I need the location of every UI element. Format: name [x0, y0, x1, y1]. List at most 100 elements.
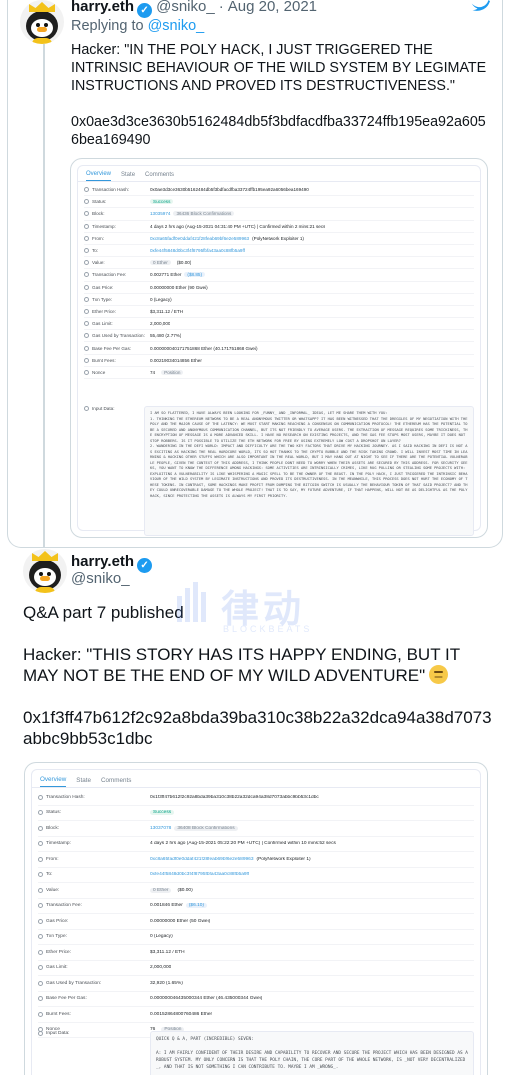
tab-comments: Comments	[100, 777, 132, 784]
help-icon	[84, 369, 89, 375]
tx-row-label: Gas Price:	[84, 284, 150, 290]
tx-row-value: 0xc8a65fadf0e0ddaf421f28feab69bf6e2e5899…	[150, 856, 311, 862]
tx-row-label: Ether Price:	[38, 949, 150, 955]
author-name[interactable]: harry.eth	[71, 0, 134, 15]
help-icon	[38, 810, 43, 816]
etherscan-tabs: Overview State Comments	[32, 770, 480, 788]
tx-row-value: 0.00152864800760486 Ether	[150, 1011, 213, 1017]
author-handle[interactable]: @sniko_	[156, 0, 215, 15]
tx-row-label: Burnt Fees:	[38, 1011, 150, 1017]
tx-row-label: Transaction Fee:	[38, 903, 150, 909]
tab-state: State	[121, 172, 136, 178]
help-icon	[84, 260, 89, 266]
tx-row: Ether Price: $3,311.12 / ETH	[84, 306, 474, 319]
tx-row: Value: 0 Ether ($0.00)	[38, 883, 474, 899]
help-icon	[84, 308, 89, 314]
tx-row-value: 2,000,000	[150, 965, 172, 971]
tx-row-value: Success	[150, 199, 176, 205]
tweet-1-header: harry.eth ✓ @sniko_ · Aug 20, 2021	[71, 0, 491, 18]
tx-row: Value: 0 Ether ($0.00)	[84, 257, 474, 270]
tx-row: Transaction Hash: 0x1f3ff47b612f2c92a8bda…	[38, 790, 474, 806]
tx-row-value: 0.00000000 Ether (90 Gwei)	[150, 284, 208, 290]
tx-row: Block: 13037078 36408 Block Confirmations	[38, 821, 474, 837]
help-icon	[38, 1011, 43, 1017]
tx-row-value: 0.00000000 Ether (50 Gwei)	[150, 918, 211, 924]
etherscan-screenshot-2[interactable]: Overview State Comments Transaction Hash…	[24, 762, 488, 1075]
tx-row-value: 0x1f3ff47b612f2c92a8bda39ba310c38b22a32d…	[150, 794, 319, 800]
tx-row-label: From:	[84, 235, 150, 241]
tx-row-value: 0 (Legacy)	[150, 934, 173, 940]
tx-row: Status: Success	[84, 196, 474, 209]
replying-to-link[interactable]: @sniko_	[148, 18, 205, 34]
blockbeats-watermark: 律动 BLOCKBEATS	[175, 578, 345, 638]
help-icon	[38, 872, 43, 878]
crown-icon	[32, 551, 58, 561]
etherscan-card: Overview State Comments Transaction Hash…	[77, 165, 481, 536]
tx-row: Gas Price: 0.00000000 Ether (90 Gwei)	[84, 282, 474, 294]
tx-row-value: 74 Position	[150, 369, 186, 375]
tx-details: Transaction Hash: 0x0ae3d3ce3630b5162484d…	[78, 182, 480, 379]
tx-row-label: Transaction Hash:	[38, 794, 150, 800]
tx-row-value: 0.00219034014856 Ether	[150, 357, 202, 363]
tx-row-extra: Position	[161, 369, 184, 375]
tx-row-value: 0.000000046435000344 Ether (46.435000344…	[150, 996, 263, 1002]
tweet-date[interactable]: Aug 20, 2021	[228, 0, 317, 15]
tx-row-value: 0.000000040171751868 Ether (40.171751868…	[150, 345, 258, 351]
tx-row-label: Gas Used by Transaction:	[38, 980, 150, 986]
tx-row-value: 0x0ae3d3ce3630b5162484db5f3bdfacdfba3372…	[150, 187, 309, 193]
tx-row-label: Block:	[84, 211, 150, 217]
help-icon	[84, 333, 89, 339]
avatar[interactable]	[20, 0, 64, 44]
separator-dot: ·	[218, 0, 224, 15]
tx-row-value: 0 Ether ($0.00)	[150, 887, 193, 893]
tx-row: To: 0xfe44f5848d0bc3f4f8795fbfa43aa0c88fb…	[38, 868, 474, 883]
tx-row-value: $3,311.12 / ETH	[150, 308, 184, 314]
tweet-2-hash: 0x1f3ff47b612f2c92a8bda39ba310c38b22a32d…	[23, 707, 492, 749]
tx-row: Timestamp: 4 days 2 hrs ago (Aug-15-2021 …	[38, 837, 474, 852]
tx-row-value: 4 days 2 hrs ago (Aug-15-2021 05:22:20 P…	[150, 841, 336, 847]
tx-row-label: Block:	[38, 825, 150, 831]
tweet-1-quote: Hacker: "IN THE POLY HACK, I JUST TRIGGE…	[71, 42, 487, 94]
help-icon	[84, 406, 89, 411]
help-icon	[84, 357, 89, 363]
help-icon	[84, 296, 89, 302]
tx-row-label: Nonce	[84, 369, 150, 375]
tx-row: Transaction Fee: 0.002771 Ether ($8.85)	[84, 269, 474, 282]
tx-row-label: Timestamp:	[38, 841, 150, 847]
help-icon	[38, 887, 43, 893]
tx-row-extra: 36408 Block Confirmations	[174, 825, 238, 831]
author-name[interactable]: harry.eth	[71, 553, 134, 570]
help-icon	[84, 235, 89, 241]
tx-row-value: 0xfe44f5848d0bc3f4f8795fbfa43aa0c88fb5a9…	[150, 248, 245, 254]
tx-row-label: Gas Price:	[38, 918, 150, 924]
tx-row-label: Transaction Hash:	[84, 187, 150, 193]
help-icon	[38, 1031, 43, 1036]
help-icon	[38, 918, 43, 924]
tx-row-extra: ($0.00)	[177, 887, 193, 893]
tx-row: Ether Price: $3,311.12 / ETH	[38, 945, 474, 961]
help-icon	[38, 825, 43, 831]
tx-row-value: 0xfe44f5848d0bc3f4f8795fbfa43aa0c88fb5a9…	[150, 872, 250, 878]
tx-row-label: Timestamp:	[84, 223, 150, 229]
author-handle[interactable]: @sniko_	[71, 570, 130, 587]
tx-row: Gas Limit: 2,000,000	[38, 961, 474, 976]
tx-row-value: 0 Ether ($0.00)	[150, 260, 191, 266]
avatar[interactable]	[23, 549, 67, 593]
tx-row-extra: (PolyNetwork Exploiter 1)	[252, 235, 304, 241]
help-icon	[38, 980, 43, 986]
tx-row-value: 0 (Legacy)	[150, 296, 172, 302]
blockbeats-logo-icon	[175, 582, 215, 622]
help-icon	[38, 949, 43, 955]
tx-row-label: Status:	[84, 199, 150, 205]
tx-row-label: Gas Limit:	[84, 321, 150, 327]
tx-row-value: $3,311.12 / ETH	[150, 949, 185, 955]
tx-row: Txn Type: 0 (Legacy)	[38, 930, 474, 945]
tx-row-value: 13035974 36436 Block Confirmations	[150, 211, 237, 217]
input-data-label: Input Data:	[84, 406, 114, 411]
tx-row: Nonce 74 Position	[84, 367, 474, 379]
etherscan-screenshot-1[interactable]: Overview State Comments Transaction Hash…	[70, 158, 488, 538]
etherscan-tabs: Overview State Comments	[78, 166, 480, 182]
help-icon	[84, 223, 89, 229]
tab-overview: Overview	[40, 776, 67, 787]
tx-row: From: 0xc8a65fadf0e0ddaf421f28feab69bf6e2…	[84, 233, 474, 245]
